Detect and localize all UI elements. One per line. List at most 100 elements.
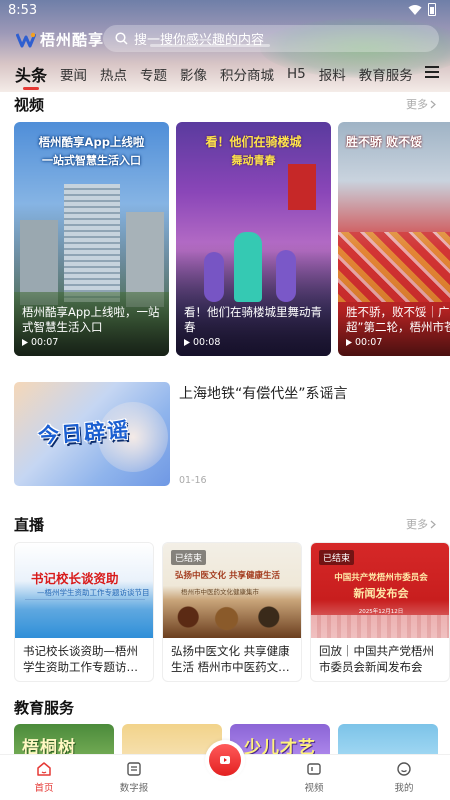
crowd-flags-shape	[338, 232, 450, 302]
play-icon	[220, 756, 230, 764]
duration-text: 00:07	[31, 337, 59, 348]
tab-topics[interactable]: 专题	[140, 64, 167, 84]
video-card[interactable]: 看！他们在骑楼城 舞动青春 看！他们在骑楼城里舞动青春 00:08	[176, 122, 331, 356]
tab-points-mall[interactable]: 积分商城	[220, 64, 274, 84]
menu-icon[interactable]	[425, 66, 439, 78]
tab-h5[interactable]: H5	[287, 66, 306, 82]
video-caption: 胜不骄，败不馁｜广西“桂超”第二轮，梧州市苍梧县…	[346, 305, 450, 334]
video-icon	[307, 763, 321, 775]
live-caption: 回放｜中国共产党梧州市委员会新闻发布会	[319, 644, 434, 674]
thumbnail-subtitle: —梧州学生资助工作专题访谈节目	[37, 588, 150, 597]
nav-mine[interactable]: 我的	[374, 761, 434, 794]
live-caption: 书记校长谈资助—梧州学生资助工作专题访…	[23, 644, 138, 674]
live-carousel[interactable]: 书记校长谈资助 —梧州学生资助工作专题访谈节目 书记校长谈资助—梧州学生资助工作…	[14, 542, 450, 684]
dancer-shape	[234, 232, 262, 302]
more-label: 更多	[406, 518, 428, 531]
play-icon	[22, 339, 28, 346]
nav-digital-paper[interactable]: 数字报	[104, 761, 164, 794]
skyline-shape	[311, 615, 449, 638]
wifi-icon	[408, 4, 422, 15]
video-banner-text: 梧州酷享App上线啦	[38, 135, 145, 149]
video-banner-text: 一站式智慧生活入口	[42, 154, 141, 167]
tab-images[interactable]: 影像	[180, 64, 207, 84]
divider	[25, 599, 145, 600]
status-bar: 8:53	[0, 0, 450, 22]
education-card-title: 少儿才艺	[244, 738, 316, 754]
video-banner-text: 看！他们在骑楼城	[205, 135, 302, 149]
video-duration: 00:08	[184, 337, 220, 348]
news-article-item[interactable]: 今日辟谣 上海地铁“有偿代坐”系谣言 01-16	[14, 382, 438, 486]
search-bar[interactable]: 搜一搜你感兴趣的内容	[103, 25, 439, 52]
article-date: 01-16	[179, 475, 207, 486]
section-title: 直播	[14, 516, 45, 534]
thumbnail-title: 中国共产党梧州市委员会	[334, 573, 428, 583]
thumbnail-title: 书记校长谈资助	[31, 571, 119, 586]
thumbnail-title: 弘扬中医文化 共享健康生活	[175, 571, 280, 581]
herb-bowls-shape	[169, 601, 297, 633]
center-play-button[interactable]	[205, 740, 245, 780]
live-card[interactable]: 弘扬中医文化 共享健康生活 梧州市中医药文化健康集市 已结束 弘扬中医文化 共享…	[162, 542, 302, 682]
live-thumbnail: 中国共产党梧州市委员会 新闻发布会 2025年12月12日 已结束	[311, 543, 449, 638]
more-label: 更多	[406, 98, 428, 111]
chevron-right-icon	[430, 520, 436, 528]
battery-icon	[428, 3, 436, 16]
video-caption: 看！他们在骑楼城里舞动青春	[184, 305, 322, 334]
live-thumbnail: 弘扬中医文化 共享健康生活 梧州市中医药文化健康集市 已结束	[163, 543, 301, 638]
section-title: 教育服务	[14, 699, 75, 717]
education-section-header: 教育服务	[0, 697, 450, 717]
education-card[interactable]: 梧桐树	[14, 724, 114, 754]
newspaper-icon	[127, 762, 141, 776]
video-banner-text: 胜不骄 败不馁	[346, 135, 423, 149]
profile-icon	[397, 762, 411, 776]
thumbnail-date: 2025年12月12日	[358, 609, 404, 615]
logo-mark-icon	[16, 32, 36, 47]
center-button-circle	[209, 744, 241, 776]
live-card[interactable]: 书记校长谈资助 —梧州学生资助工作专题访谈节目 书记校长谈资助—梧州学生资助工作…	[14, 542, 154, 682]
tab-report[interactable]: 报料	[319, 64, 346, 84]
play-icon	[184, 339, 190, 346]
live-thumbnail: 书记校长谈资助 —梧州学生资助工作专题访谈节目	[15, 543, 153, 638]
live-caption: 弘扬中医文化 共享健康生活 梧州市中医药文…	[171, 644, 290, 674]
live-more-link[interactable]: 更多	[406, 516, 436, 532]
video-section-header: 视频 更多	[0, 94, 450, 114]
tower-shape	[64, 184, 120, 302]
video-card[interactable]: 胜不骄 败不馁 胜不骄，败不馁｜广西“桂超”第二轮，梧州市苍梧县… 00:07	[338, 122, 450, 356]
nav-label: 首页	[34, 783, 54, 794]
nav-label: 视频	[304, 783, 324, 794]
logo-text: 梧州酷享	[40, 31, 105, 49]
duration-text: 00:08	[193, 337, 221, 348]
play-icon	[346, 339, 352, 346]
education-card[interactable]	[338, 724, 438, 754]
home-icon	[37, 762, 51, 776]
search-placeholder: 搜一搜你感兴趣的内容	[134, 33, 265, 48]
tab-headline[interactable]: 头条	[15, 62, 47, 90]
dancer-shape	[204, 252, 224, 302]
status-badge: 已结束	[319, 550, 355, 565]
education-card[interactable]: 少儿才艺	[230, 724, 330, 754]
dancer-shape	[276, 250, 296, 302]
duration-text: 00:07	[355, 337, 383, 348]
tab-education[interactable]: 教育服务	[359, 64, 413, 84]
live-card[interactable]: 中国共产党梧州市委员会 新闻发布会 2025年12月12日 已结束 回放｜中国共…	[310, 542, 450, 682]
thumbnail-subtitle: 梧州市中医药文化健康集市	[181, 588, 259, 596]
education-card-title: 梧桐树	[22, 738, 76, 754]
video-duration: 00:07	[22, 337, 58, 348]
status-time: 8:53	[8, 3, 38, 18]
video-card[interactable]: 梧州酷享App上线啦 一站式智慧生活入口 梧州酷享App上线啦，一站式智慧生活入…	[14, 122, 169, 356]
article-thumbnail: 今日辟谣	[14, 382, 170, 486]
chevron-right-icon	[430, 100, 436, 108]
thumbnail-text: 今日辟谣	[37, 417, 131, 449]
nav-label: 我的	[394, 783, 414, 794]
tab-news[interactable]: 要闻	[60, 64, 87, 84]
section-title: 视频	[14, 96, 45, 114]
nav-video[interactable]: 视频	[284, 761, 344, 794]
video-carousel[interactable]: 梧州酷享App上线啦 一站式智慧生活入口 梧州酷享App上线啦，一站式智慧生活入…	[14, 122, 450, 356]
app-logo[interactable]: 梧州酷享	[16, 29, 104, 50]
nav-home[interactable]: 首页	[14, 761, 74, 794]
video-duration: 00:07	[346, 337, 382, 348]
video-banner-text: 舞动青春	[231, 154, 276, 167]
app-header: 8:53 梧州酷享 搜一搜你感兴趣的内容 头条 要闻 热点 专题 影像 积分商城…	[0, 0, 450, 92]
status-badge: 已结束	[171, 550, 207, 565]
video-more-link[interactable]: 更多	[406, 96, 436, 112]
tab-hot[interactable]: 热点	[100, 64, 127, 84]
